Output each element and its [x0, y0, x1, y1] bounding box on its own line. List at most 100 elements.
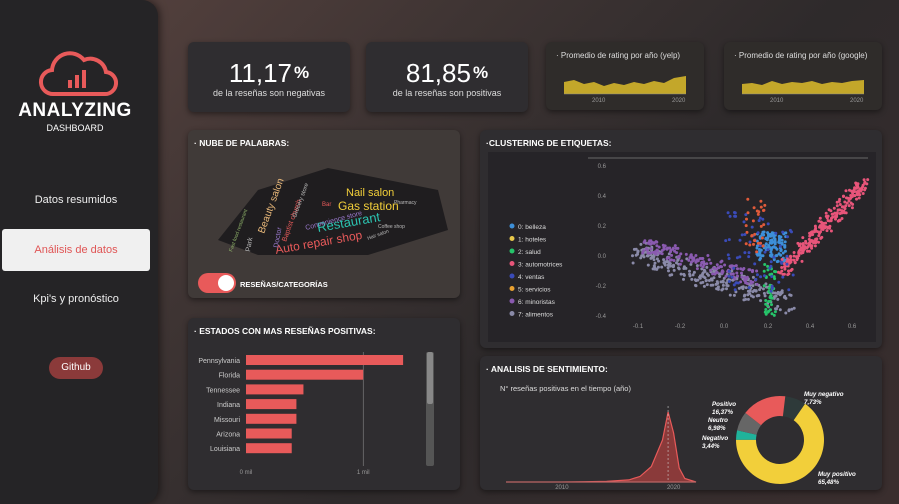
- scatter-point: [646, 254, 650, 258]
- scatter-point: [783, 267, 787, 271]
- scatter-point: [631, 261, 635, 265]
- bar: [246, 443, 292, 454]
- scatter-point: [636, 252, 639, 256]
- scatter-point: [713, 266, 717, 270]
- cloud-chart-icon: [39, 51, 118, 97]
- scatter-point: [704, 279, 708, 283]
- toggle-label: RESEÑAS/CATEGORÍAS: [240, 280, 328, 289]
- scatter-point: [701, 280, 705, 284]
- scatter-point: [773, 310, 777, 314]
- y-tick: 0.6: [598, 164, 607, 170]
- scatter-point: [780, 266, 784, 269]
- scatter-point: [676, 246, 680, 250]
- scatter-point: [790, 230, 793, 234]
- scatter-point: [747, 255, 751, 259]
- scatter-point: [763, 263, 767, 266]
- scatter-point: [733, 214, 737, 218]
- scatter-point: [840, 205, 844, 209]
- scatter-point: [829, 219, 833, 223]
- scatter-point: [766, 222, 770, 226]
- scatter-point: [861, 183, 865, 187]
- scatter-point: [825, 229, 829, 233]
- scatter-point: [679, 252, 683, 256]
- scatter-point: [789, 293, 793, 297]
- scatter-point: [721, 279, 725, 283]
- scatter-point: [838, 203, 842, 206]
- scatter-point: [694, 283, 697, 287]
- scatter-point: [687, 258, 691, 262]
- bar: [246, 369, 364, 380]
- scatter-point: [817, 240, 820, 244]
- scatter-point: [723, 263, 727, 267]
- scatter-point: [761, 287, 765, 291]
- scatter-point: [749, 281, 753, 285]
- chart-scrollbar[interactable]: [426, 352, 434, 466]
- y-tick: 0.4: [598, 194, 607, 200]
- scatter-point: [768, 253, 772, 257]
- scatter-point: [746, 211, 750, 215]
- github-button[interactable]: Github: [49, 357, 103, 379]
- scatter-point: [782, 295, 786, 299]
- scatter-point: [757, 210, 761, 214]
- scatter-point: [785, 254, 789, 258]
- y-tick: -0.4: [596, 314, 607, 320]
- scatter-point: [729, 272, 733, 276]
- bar-label: Pennsylvania: [198, 358, 240, 365]
- scatter-point: [745, 217, 748, 221]
- scatter-point: [758, 244, 762, 248]
- scatter-point: [671, 265, 675, 269]
- scatter-point: [814, 237, 818, 241]
- scatter-point: [817, 219, 821, 223]
- scatter-point: [645, 248, 649, 252]
- scatter-point: [646, 251, 650, 255]
- nav-kpis-pronostico[interactable]: Kpi's y pronóstico: [0, 293, 152, 305]
- scatter-point: [770, 312, 774, 316]
- scatter-point: [778, 244, 782, 248]
- wordcloud: Nail salon Gas station Restaurant Auto r…: [218, 168, 448, 257]
- scatter-point: [747, 251, 751, 255]
- scatter-point: [759, 199, 763, 203]
- legend-swatch: [509, 273, 515, 279]
- scatter-point: [801, 249, 805, 253]
- scatter-point: [764, 308, 768, 311]
- scatter-point: [755, 250, 759, 254]
- scatter-point: [699, 274, 702, 278]
- reviews-categories-toggle[interactable]: [198, 273, 236, 293]
- scatter-point: [745, 230, 749, 234]
- scatter-point: [785, 260, 789, 263]
- nav-datos-resumidos[interactable]: Datos resumidos: [0, 194, 152, 206]
- scatter-point: [759, 275, 763, 279]
- scatter-point: [792, 306, 796, 310]
- scatter-point: [756, 231, 760, 235]
- scatter-point: [715, 287, 719, 291]
- scatter-point: [653, 266, 657, 270]
- scatter-point: [667, 269, 670, 273]
- scatter-point: [740, 233, 744, 237]
- bar-label: Missouri: [214, 417, 241, 424]
- scatter-point: [656, 249, 659, 253]
- scatter-point: [746, 197, 750, 201]
- scatter-point: [660, 265, 664, 269]
- nav-analisis-de-datos[interactable]: Análisis de datos: [2, 229, 150, 271]
- scatter-point: [842, 195, 845, 198]
- scatter-point: [770, 303, 773, 307]
- scatter-point: [761, 244, 765, 248]
- scatter-point: [727, 269, 731, 273]
- scatter-point: [741, 285, 745, 289]
- scatter-point: [819, 236, 823, 240]
- scatter-point: [831, 212, 835, 216]
- scatter-point: [675, 251, 679, 255]
- scatter-point: [763, 274, 766, 278]
- scatter-point: [863, 186, 867, 190]
- scatter-point: [847, 204, 851, 208]
- scatter-point: [639, 242, 643, 246]
- scatter-point: [706, 254, 710, 257]
- scatter-point: [766, 248, 770, 252]
- scrollbar-thumb[interactable]: [427, 352, 433, 404]
- scatter-point: [789, 269, 793, 272]
- scatter-point: [773, 277, 777, 281]
- scatter-point: [727, 274, 731, 278]
- scatter-point: [680, 259, 684, 263]
- scatter-point: [743, 251, 747, 255]
- spark-google-card: · Promedio de rating por año (google) 20…: [724, 42, 882, 110]
